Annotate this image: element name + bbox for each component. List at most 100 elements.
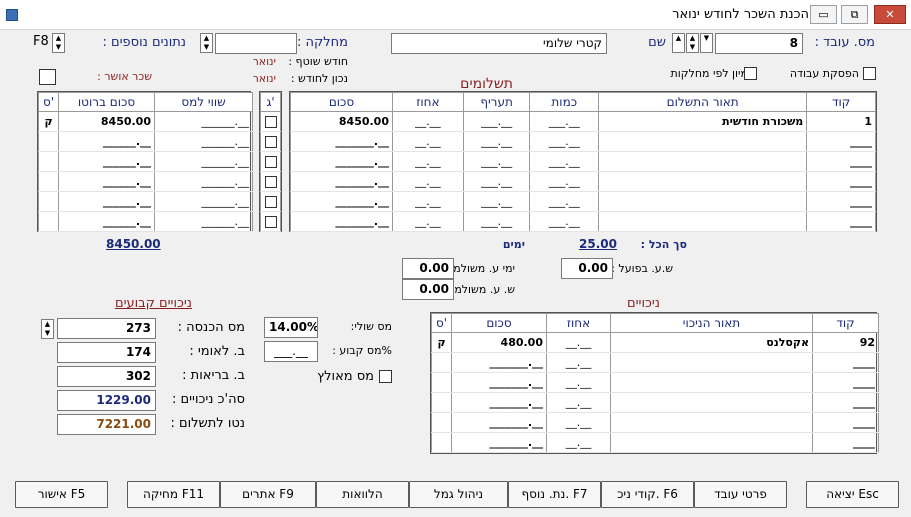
payment-row[interactable]: _______.__ __.__ ___.__ ___.__ ____	[290, 131, 876, 152]
fixed-deductions-spinner[interactable]: ▲ ▼	[41, 319, 54, 339]
deduction-code-cell[interactable]: ____	[812, 372, 879, 393]
g-checkbox[interactable]	[264, 136, 277, 148]
sort-by-dept-checkbox[interactable]	[744, 67, 757, 80]
tax-value-cell[interactable]: ______.__	[154, 111, 253, 132]
gross-amount-cell[interactable]: ______.__	[58, 171, 155, 192]
payment-rate-cell[interactable]: ___.__	[462, 191, 531, 212]
gross-amount-cell[interactable]: ______.__	[58, 131, 155, 152]
g-checkbox[interactable]	[264, 156, 277, 168]
deduction-percent-cell[interactable]: __.__	[546, 392, 611, 413]
tax-value-cell[interactable]: ______.__	[154, 211, 253, 232]
payment-rate-cell[interactable]: ___.__	[462, 131, 531, 152]
payment-code-cell[interactable]: 1	[806, 111, 876, 132]
deduction-s-cell[interactable]	[431, 392, 452, 413]
payment-rate-cell[interactable]: ___.__	[462, 111, 531, 132]
warnings-button[interactable]: אתרים F9	[220, 481, 316, 508]
gross-amount-cell[interactable]: ______.__	[58, 211, 155, 232]
payment-quantity-cell[interactable]: ___.__	[529, 171, 600, 192]
paid-days-input[interactable]: 0.00	[402, 258, 454, 279]
g-checkbox[interactable]	[264, 176, 277, 188]
income-tax-input[interactable]: 273	[57, 318, 156, 339]
grossed-tax-checkbox[interactable]	[379, 370, 392, 383]
payment-rate-cell[interactable]: ___.__	[462, 171, 531, 192]
payment-quantity-cell[interactable]: ___.__	[529, 151, 600, 172]
employee-dropdown-button[interactable]: ▼	[700, 33, 713, 53]
restore-icon[interactable]: ⧉	[841, 5, 868, 24]
deduction-description-cell[interactable]	[610, 352, 813, 373]
deduction-percent-cell[interactable]: __.__	[546, 372, 611, 393]
g-checkbox-cell[interactable]	[260, 111, 281, 132]
deduction-row[interactable]: ק 480.00 __.__ אקסלנס 92	[431, 332, 879, 353]
tax-s-cell[interactable]	[38, 191, 59, 212]
extra-data-button[interactable]: נת. נוסף. F7	[508, 481, 601, 508]
tax-row[interactable]: ______.__ ______.__	[38, 151, 253, 172]
tax-s-cell[interactable]	[38, 131, 59, 152]
payment-description-cell[interactable]	[598, 191, 808, 212]
tax-row[interactable]: ______.__ ______.__	[38, 131, 253, 152]
deduction-description-cell[interactable]	[610, 412, 813, 433]
deduction-row[interactable]: _______.__ __.__ ____	[431, 352, 879, 373]
tax-s-cell[interactable]: ק	[38, 111, 59, 132]
payment-quantity-cell[interactable]: ___.__	[529, 131, 600, 152]
department-input[interactable]	[215, 33, 297, 54]
more-data-spinner[interactable]: ▲ ▼	[52, 33, 65, 53]
gross-amount-cell[interactable]: ______.__	[58, 151, 155, 172]
deduction-amount-cell[interactable]: _______.__	[451, 392, 547, 413]
employee-no-input[interactable]: 8	[715, 33, 803, 54]
deduction-description-cell[interactable]	[610, 372, 813, 393]
g-checkbox[interactable]	[264, 216, 277, 228]
employee-spinner[interactable]: ▲ ▼	[686, 33, 699, 53]
deduction-percent-cell[interactable]: __.__	[546, 432, 611, 453]
approve-button[interactable]: אישור F5	[15, 481, 108, 508]
deduction-description-cell[interactable]	[610, 392, 813, 413]
g-checkbox-cell[interactable]	[260, 191, 281, 212]
tax-s-cell[interactable]	[38, 171, 59, 192]
deduction-percent-cell[interactable]: __.__	[546, 332, 611, 353]
payment-code-cell[interactable]: ____	[806, 171, 876, 192]
tax-row[interactable]: ק 8450.00 ______.__	[38, 111, 253, 132]
payment-percent-cell[interactable]: __.__	[392, 191, 464, 212]
payment-row[interactable]: _______.__ __.__ ___.__ ___.__ ____	[290, 151, 876, 172]
payment-code-cell[interactable]: ____	[806, 191, 876, 212]
tax-value-cell[interactable]: ______.__	[154, 151, 253, 172]
deduction-code-cell[interactable]: 92	[812, 332, 879, 353]
payment-code-cell[interactable]: ____	[806, 211, 876, 232]
payment-row[interactable]: 8450.00 __.__ ___.__ ___.__ משכורת חודשית 1	[290, 111, 876, 132]
employee-details-button[interactable]: פרטי עובד	[694, 481, 787, 508]
tax-value-cell[interactable]: ______.__	[154, 191, 253, 212]
deduction-codes-button[interactable]: קודי ניכ. F6	[601, 481, 694, 508]
tax-row[interactable]: ______.__ ______.__	[38, 171, 253, 192]
deduction-description-cell[interactable]: אקסלנס	[610, 332, 813, 353]
payment-quantity-cell[interactable]: ___.__	[529, 211, 600, 232]
payment-amount-cell[interactable]: 8450.00	[290, 111, 393, 132]
payment-rate-cell[interactable]: ___.__	[462, 211, 531, 232]
gross-amount-cell[interactable]: 8450.00	[58, 111, 155, 132]
tax-value-cell[interactable]: ______.__	[154, 131, 253, 152]
tax-s-cell[interactable]	[38, 211, 59, 232]
actual-hours-input[interactable]: 0.00	[561, 258, 613, 279]
payment-code-cell[interactable]: ____	[806, 151, 876, 172]
payment-description-cell[interactable]: משכורת חודשית	[598, 111, 808, 132]
deduction-row[interactable]: _______.__ __.__ ____	[431, 412, 879, 433]
payment-percent-cell[interactable]: __.__	[392, 151, 464, 172]
deduction-amount-cell[interactable]: _______.__	[451, 432, 547, 453]
deduction-row[interactable]: _______.__ __.__ ____	[431, 372, 879, 393]
tax-value-cell[interactable]: ______.__	[154, 171, 253, 192]
stop-work-checkbox[interactable]	[863, 67, 876, 80]
national-ins-input[interactable]: 174	[57, 342, 156, 363]
payment-amount-cell[interactable]: _______.__	[290, 191, 393, 212]
deduction-amount-cell[interactable]: _______.__	[451, 412, 547, 433]
payment-quantity-cell[interactable]: ___.__	[529, 191, 600, 212]
deduction-s-cell[interactable]	[431, 432, 452, 453]
payment-rate-cell[interactable]: ___.__	[462, 151, 531, 172]
deduction-code-cell[interactable]: ____	[812, 392, 879, 413]
close-icon[interactable]: ✕	[874, 5, 906, 24]
deduction-percent-cell[interactable]: __.__	[546, 412, 611, 433]
approved-wage-checkbox[interactable]	[39, 69, 56, 85]
deduction-code-cell[interactable]: ____	[812, 432, 879, 453]
payment-percent-cell[interactable]: __.__	[392, 211, 464, 232]
deduction-row[interactable]: _______.__ __.__ ____	[431, 392, 879, 413]
payment-amount-cell[interactable]: _______.__	[290, 171, 393, 192]
payment-quantity-cell[interactable]: ___.__	[529, 111, 600, 132]
deduction-amount-cell[interactable]: 480.00	[451, 332, 547, 353]
